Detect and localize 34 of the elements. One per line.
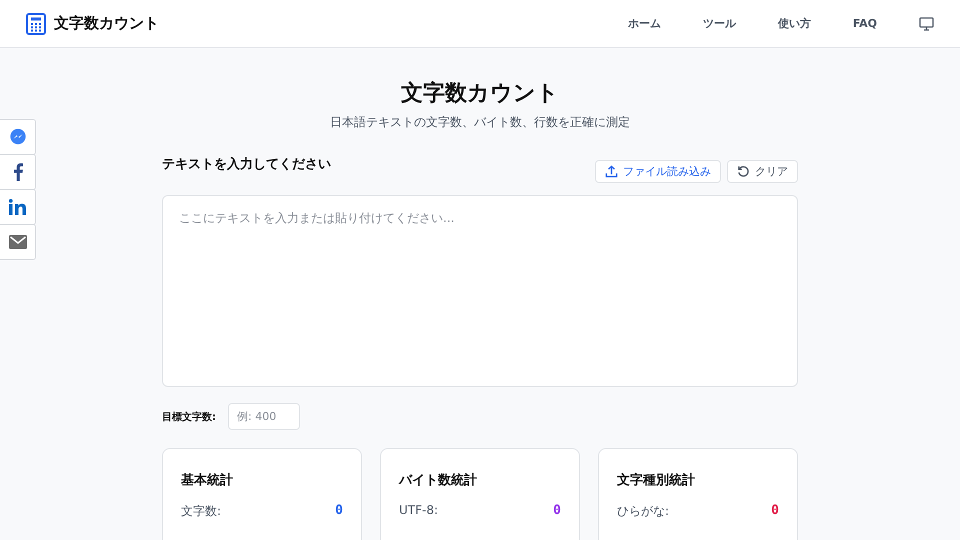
logo-text: 文字数カウント [54, 14, 159, 33]
stat-value: 0 [335, 503, 343, 520]
stat-value: 0 [553, 503, 561, 518]
facebook-icon [12, 163, 24, 181]
clear-button[interactable]: クリア [727, 160, 798, 183]
upload-icon [605, 165, 618, 178]
envelope-icon [8, 235, 26, 249]
nav-link[interactable]: ホーム [628, 16, 661, 31]
stat-label: ひらがな: [617, 503, 670, 520]
share-button[interactable] [0, 189, 36, 225]
stat-label: 文字数: [181, 503, 222, 520]
nav-link[interactable]: ツール [702, 16, 736, 31]
nav-link[interactable]: 使い方 [778, 16, 811, 31]
input-label: テキストを入力してください [162, 156, 331, 173]
reset-icon [737, 165, 750, 178]
page-subtitle: 日本語テキストの文字数、バイト数、行数を正確に測定 [330, 114, 630, 131]
target-label: 目標文字数: [162, 410, 216, 424]
share-button[interactable] [0, 119, 36, 155]
card-title: バイト数統計 [399, 472, 478, 489]
text-input-area[interactable]: ここにテキストを入力または貼り付けてください... [162, 195, 798, 387]
monitor-icon[interactable] [919, 16, 934, 30]
stat-label: UTF-8: [399, 503, 438, 518]
page-title: 文字数カウント [401, 80, 559, 108]
stat-value: 0 [771, 503, 779, 520]
card-title: 基本統計 [181, 472, 234, 489]
nav-link[interactable]: FAQ [852, 17, 877, 30]
file-load-button[interactable]: ファイル読み込み [595, 160, 721, 183]
share-button[interactable] [0, 154, 36, 190]
linkedin-icon [8, 199, 26, 215]
calculator-icon [26, 12, 46, 34]
messenger-icon [8, 128, 26, 146]
target-count-field[interactable]: 例: 400 [228, 403, 300, 430]
card-title: 文字種別統計 [617, 472, 696, 489]
share-button[interactable] [0, 224, 36, 260]
